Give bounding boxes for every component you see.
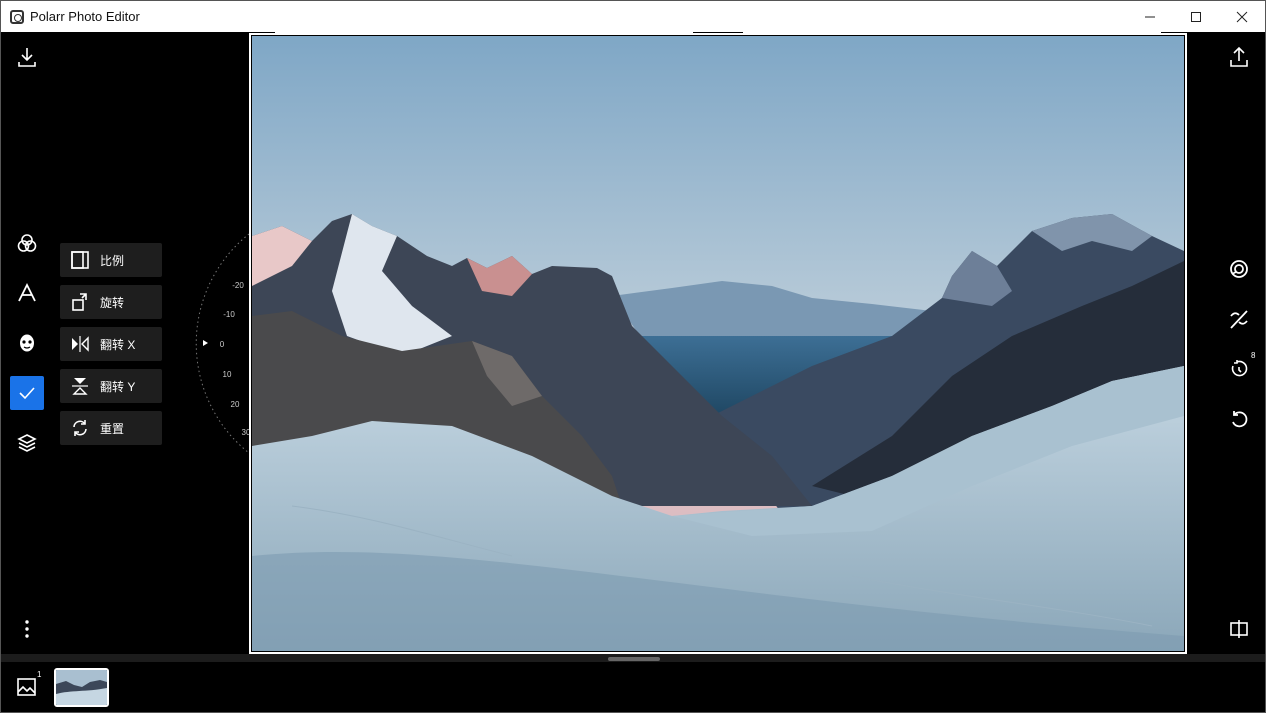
gallery-icon: [17, 678, 36, 696]
window-title: Polarr Photo Editor: [30, 9, 140, 24]
thumbnail-image: [56, 670, 107, 705]
undo-button[interactable]: [1223, 403, 1255, 435]
crop-check-icon: [19, 387, 35, 400]
reset-icon: [73, 420, 87, 436]
download-button[interactable]: [11, 41, 43, 73]
crop-menu: 比例 旋转 翻转 X 翻转 Y 重置: [60, 243, 162, 453]
gallery-count-badge: 1: [37, 670, 42, 679]
minimize-icon: [1145, 16, 1155, 17]
layers-icon: [17, 434, 37, 452]
dial-tick-label: 20: [231, 400, 240, 409]
text-button[interactable]: [11, 277, 43, 309]
flip-x-button[interactable]: 翻转 X: [60, 327, 162, 361]
reset-label: 重置: [100, 421, 125, 436]
crop-handle-top-right[interactable]: [743, 31, 1161, 33]
minimize-button[interactable]: [1127, 1, 1173, 32]
crop-handle-top-left[interactable]: [275, 31, 693, 33]
close-icon: [1236, 11, 1248, 22]
rotate-label: 旋转: [100, 295, 125, 310]
aspect-ratio-label: 比例: [100, 253, 125, 268]
mask-toggle-button[interactable]: [1223, 303, 1255, 335]
reset-button[interactable]: 重置: [60, 411, 162, 445]
compare-button[interactable]: [1223, 613, 1255, 645]
rotate-icon: [72, 293, 87, 311]
filmstrip: [1, 654, 1265, 712]
close-button[interactable]: [1219, 1, 1265, 32]
mountain-photo: [252, 36, 1184, 651]
layers-button[interactable]: [11, 427, 43, 459]
undo-icon: [1232, 411, 1248, 428]
dial-tick-label: 10: [223, 370, 232, 379]
aspect-ratio-button[interactable]: 比例: [60, 243, 162, 277]
export-button[interactable]: [1223, 41, 1255, 73]
dial-tick-label: -20: [232, 281, 244, 290]
download-icon: [18, 48, 36, 67]
photo-preview: [252, 36, 1184, 651]
dial-tick-label: -10: [223, 310, 235, 319]
dial-tick-label: 0: [220, 340, 225, 349]
dial-pointer-icon: [203, 340, 208, 346]
maximize-button[interactable]: [1173, 1, 1219, 32]
more-button[interactable]: [11, 613, 43, 645]
face-icon: [20, 334, 34, 352]
app-window: Polarr Photo Editor 比例 旋转 翻转 X 翻转 Y 重置 -…: [0, 0, 1266, 713]
aspect-ratio-icon: [71, 251, 89, 269]
face-button[interactable]: [11, 327, 43, 359]
maximize-icon: [1191, 11, 1201, 22]
flip-x-label: 翻转 X: [100, 337, 136, 352]
flip-y-button[interactable]: 翻转 Y: [60, 369, 162, 403]
compare-icon: [1230, 620, 1248, 638]
export-icon: [1230, 46, 1248, 67]
history-count-badge: 8: [1251, 351, 1256, 360]
mask-toggle-icon: [1230, 310, 1248, 329]
auto-icon: [1230, 260, 1248, 278]
app-logo-icon: [10, 9, 24, 24]
title-bar: Polarr Photo Editor: [1, 1, 1265, 32]
flip-y-icon: [72, 378, 88, 395]
flip-y-label: 翻转 Y: [100, 379, 136, 394]
more-icon: [25, 620, 29, 638]
rotate-button[interactable]: 旋转: [60, 285, 162, 319]
right-toolbar: 8: [1213, 32, 1265, 654]
filters-button[interactable]: [11, 227, 43, 259]
auto-button[interactable]: [1223, 253, 1255, 285]
history-icon: [1231, 360, 1248, 377]
text-icon: [18, 282, 36, 302]
filmstrip-drag-handle[interactable]: [608, 657, 660, 661]
history-button[interactable]: 8: [1223, 351, 1256, 385]
left-toolbar: [1, 32, 53, 654]
crop-tool-button[interactable]: [10, 376, 44, 410]
crop-canvas[interactable]: [249, 31, 1187, 654]
photo-thumbnail[interactable]: [54, 668, 109, 707]
filters-icon: [17, 234, 37, 252]
flip-x-icon: [72, 336, 89, 352]
gallery-button[interactable]: 1: [15, 670, 41, 699]
